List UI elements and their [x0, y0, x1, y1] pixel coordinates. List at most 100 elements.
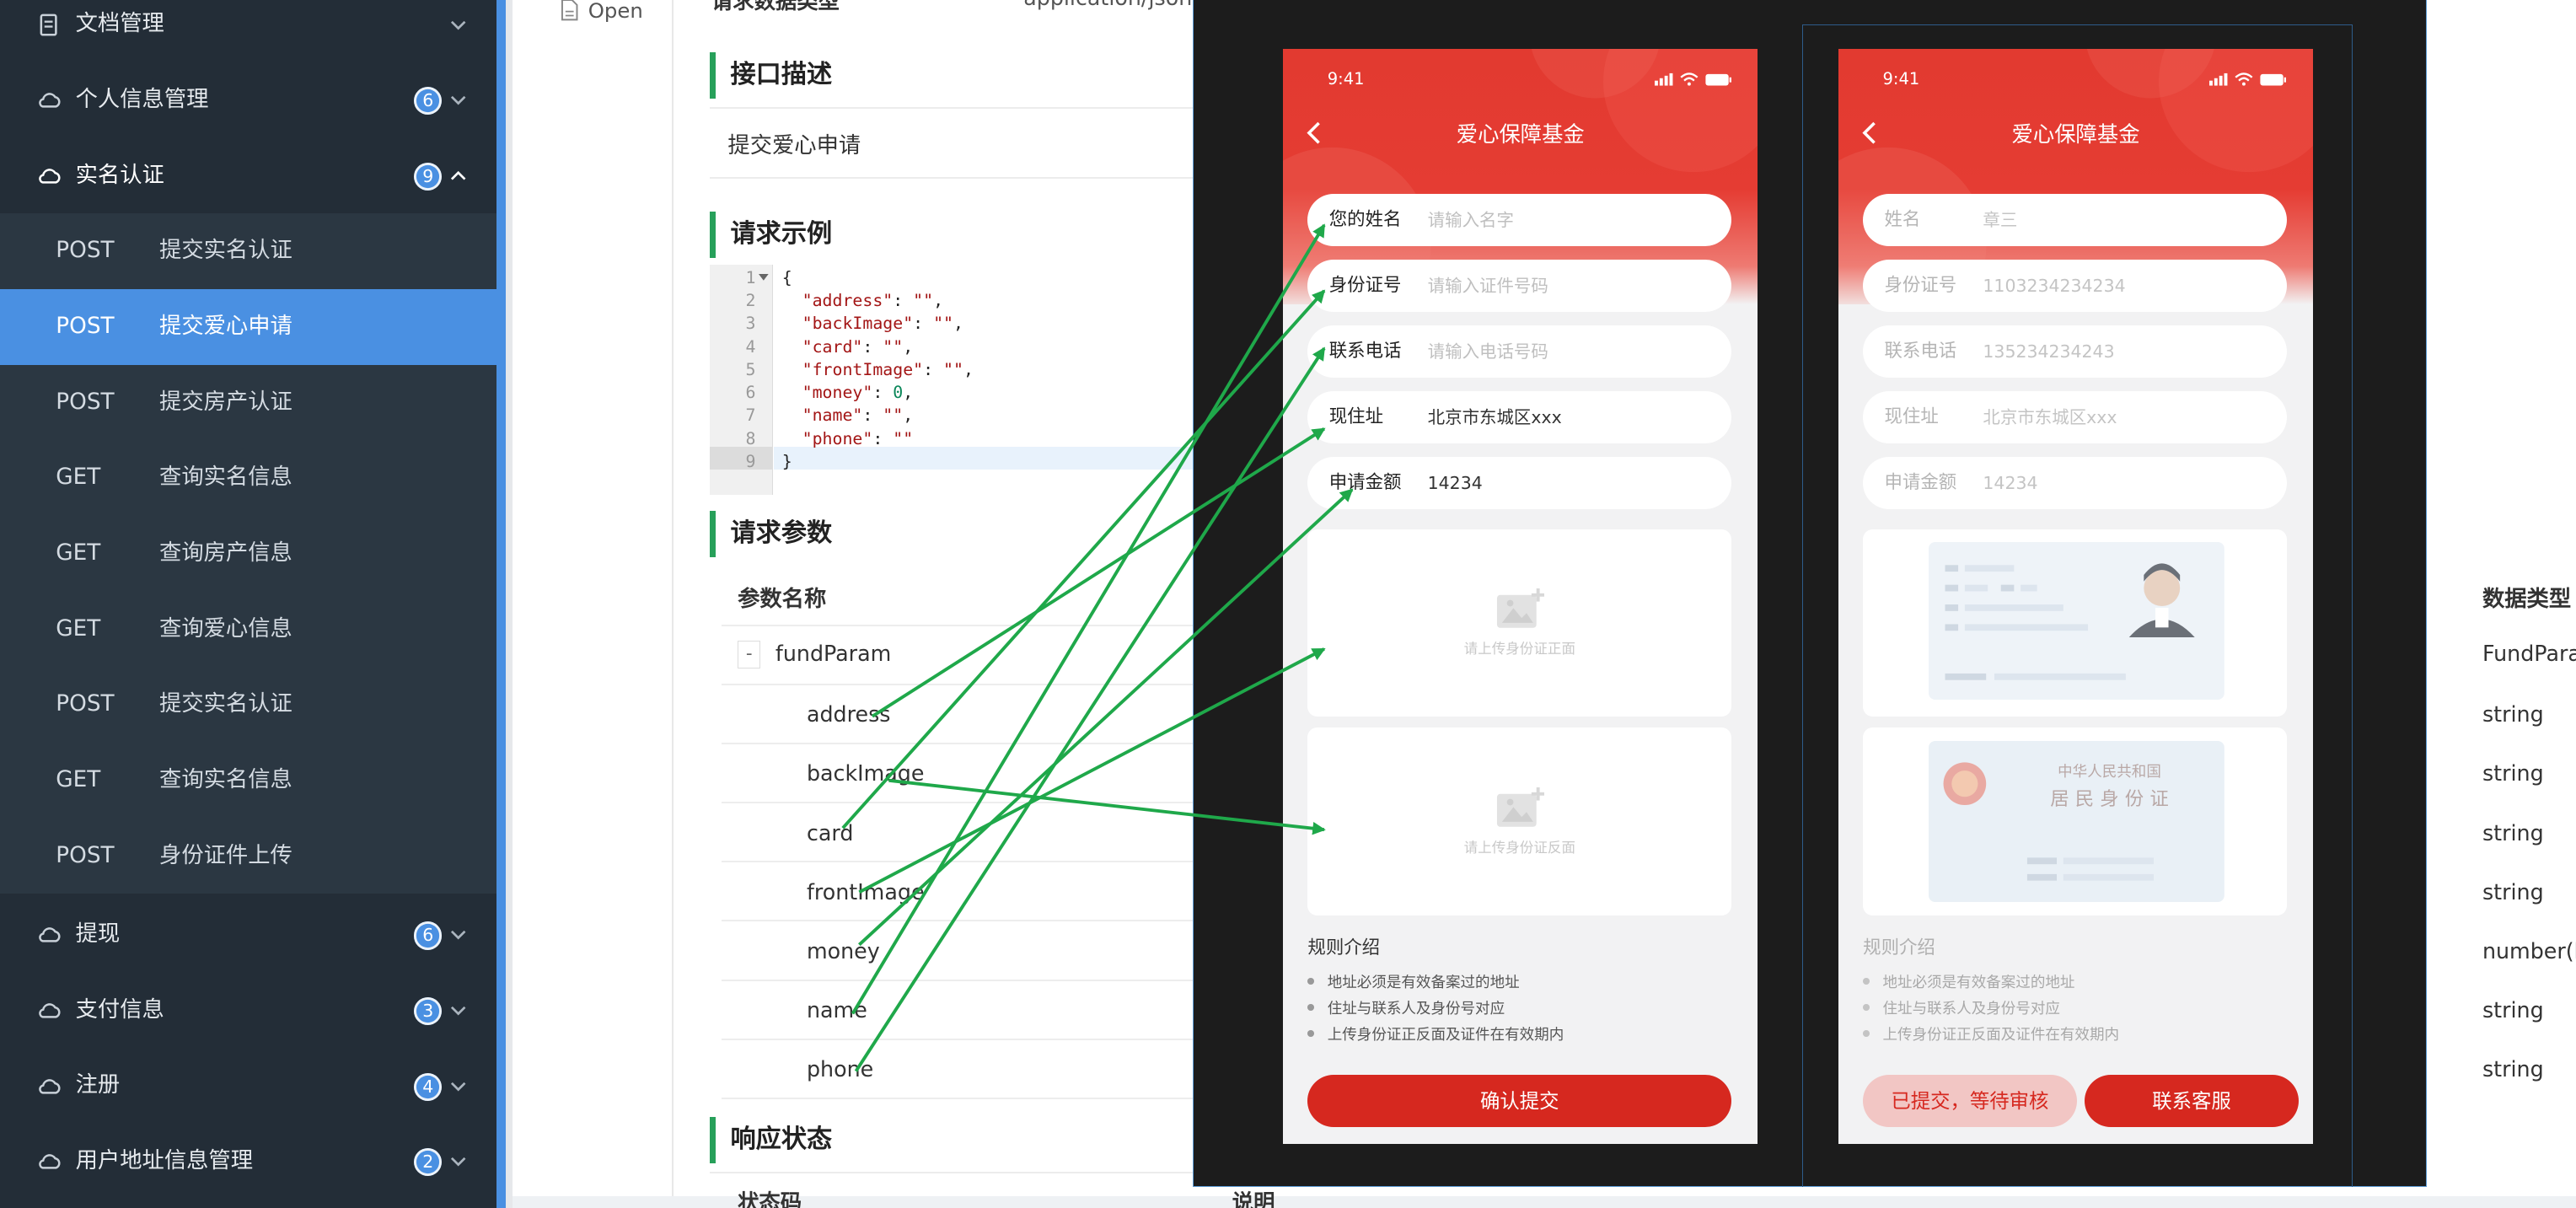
- id-title-text: 居 民 身 份 证: [2050, 787, 2169, 810]
- field-value: 135234234243: [1983, 341, 2115, 362]
- param-name: address: [806, 701, 891, 727]
- cloud-icon: [39, 927, 61, 943]
- param-name: backImage: [806, 760, 925, 787]
- sidebar-group-real-name[interactable]: 实名认证 9: [0, 138, 496, 214]
- sidebar-item-submit-love-application[interactable]: POST 提交爱心申请: [0, 289, 496, 365]
- sidebar-item-query-love[interactable]: GET 查询爱心信息: [0, 591, 496, 668]
- http-method: GET: [56, 615, 101, 642]
- field-value: 14234: [1983, 472, 2038, 493]
- sidebar-group-label: 文档管理: [75, 11, 164, 37]
- collapse-toggle[interactable]: -: [738, 641, 761, 669]
- divider: [709, 106, 1220, 109]
- bottom-bar: [513, 1195, 2576, 1208]
- id-number-field: 身份证号 1103234234234: [1863, 259, 2287, 313]
- upload-id-back[interactable]: 请上传身份证反面: [1307, 727, 1732, 915]
- field-value: 章三: [1983, 209, 2018, 230]
- count-badge: 9: [414, 162, 443, 191]
- sidebar-scrollbar[interactable]: [496, 0, 507, 1208]
- amount-field[interactable]: 申请金额 14234: [1307, 456, 1732, 510]
- http-method: POST: [56, 842, 115, 868]
- description-text: 提交爱心申请: [727, 133, 861, 159]
- line-number: 1: [745, 267, 756, 287]
- document-icon: [40, 13, 57, 36]
- http-method: POST: [56, 691, 115, 717]
- address-field[interactable]: 现住址 北京市东城区xxx: [1307, 390, 1732, 444]
- sidebar-group-payment[interactable]: 支付信息 3: [0, 973, 496, 1049]
- upload-hint: 请上传身份证正面: [1463, 641, 1575, 658]
- sidebar-item-label: 提交实名认证: [159, 238, 292, 264]
- divider: [721, 1038, 1215, 1040]
- field-placeholder: 请输入证件号码: [1427, 275, 1548, 296]
- rules-title: 规则介绍: [1863, 937, 1935, 959]
- request-type-value: application/json: [1023, 0, 1192, 10]
- divider: [709, 177, 1220, 180]
- count-badge: 2: [414, 1148, 443, 1177]
- http-method: POST: [56, 314, 115, 340]
- field-value: 北京市东城区xxx: [1427, 406, 1562, 427]
- open-link[interactable]: Open: [588, 0, 643, 23]
- cloud-icon: [39, 169, 61, 184]
- upload-id-front[interactable]: 请上传身份证正面: [1307, 529, 1732, 717]
- sidebar-item-submit-real-name[interactable]: POST 提交实名认证: [0, 213, 496, 289]
- sidebar-group-address[interactable]: 用户地址信息管理 2: [0, 1124, 496, 1200]
- submit-button[interactable]: 确认提交: [1307, 1074, 1732, 1127]
- name-field: 姓名 章三: [1863, 193, 2287, 247]
- id-number-field[interactable]: 身份证号 请输入证件号码: [1307, 259, 1732, 313]
- rule-item: 住址与联系人及身份号对应: [1307, 997, 1505, 1018]
- sidebar-item-query-real-name-2[interactable]: GET 查询实名信息: [0, 742, 496, 819]
- name-field[interactable]: 您的姓名 请输入名字: [1307, 193, 1732, 247]
- sidebar-item-query-property[interactable]: GET 查询房产信息: [0, 515, 496, 592]
- sidebar-group-personal-info[interactable]: 个人信息管理 6: [0, 62, 496, 138]
- sidebar-group-doc-management[interactable]: 文档管理: [0, 0, 496, 62]
- code-line: "name": "",: [802, 405, 914, 426]
- pending-review-button[interactable]: 已提交，等待审核: [1863, 1074, 2077, 1127]
- line-number: 3: [745, 314, 756, 334]
- data-type-header: 数据类型: [2482, 586, 2572, 612]
- sidebar-group-register[interactable]: 注册 4: [0, 1048, 496, 1124]
- line-number: 7: [745, 405, 756, 426]
- id-card-front-image: [1929, 542, 2224, 701]
- rule-item: 地址必须是有效备案过的地址: [1863, 971, 2074, 992]
- divider: [672, 0, 674, 1196]
- param-type: string: [2482, 878, 2544, 905]
- line-number: 6: [745, 383, 756, 403]
- phone-field[interactable]: 联系电话 请输入电话号码: [1307, 325, 1732, 379]
- sidebar-group-label: 提现: [75, 921, 121, 948]
- param-name: fundParam: [775, 641, 892, 667]
- fold-arrow-icon[interactable]: [759, 274, 770, 282]
- param-type: string: [2482, 760, 2544, 787]
- sidebar-group-label: 支付信息: [75, 996, 164, 1023]
- section-title-description: 接口描述: [709, 52, 832, 99]
- param-name: name: [806, 997, 867, 1023]
- sidebar-item-label: 查询实名信息: [159, 766, 292, 792]
- sidebar-item-id-upload[interactable]: POST 身份证件上传: [0, 818, 496, 894]
- code-line: "frontImage": "",: [802, 359, 974, 379]
- line-number: 8: [745, 428, 756, 448]
- amount-field: 申请金额 14234: [1863, 456, 2287, 510]
- chevron-up-icon: [450, 170, 466, 180]
- contact-service-button[interactable]: 联系客服: [2085, 1074, 2299, 1127]
- sidebar-item-label: 提交爱心申请: [159, 314, 292, 340]
- field-label: 身份证号: [1884, 274, 1957, 296]
- param-type: string: [2482, 701, 2544, 727]
- sidebar-item-query-real-name[interactable]: GET 查询实名信息: [0, 440, 496, 516]
- code-line: }: [781, 451, 792, 471]
- status-bar-icons: [2209, 72, 2287, 86]
- sidebar-item-submit-property[interactable]: POST 提交房产认证: [0, 364, 496, 441]
- request-example-code[interactable]: 1 2 3 4 5 6 7 8 9 { "address": "", "back…: [709, 264, 1203, 495]
- param-name-header: 参数名称: [738, 586, 827, 612]
- count-badge: 6: [414, 87, 443, 115]
- cloud-icon: [39, 1078, 61, 1094]
- chevron-down-icon: [450, 931, 466, 940]
- divider: [721, 920, 1215, 922]
- sidebar-item-submit-real-name-2[interactable]: POST 提交实名认证: [0, 667, 496, 743]
- param-type: string: [2482, 819, 2544, 846]
- page-title: 爱心保障基金: [2011, 121, 2140, 148]
- code-line: "card": "",: [802, 336, 914, 357]
- field-value: 北京市东城区xxx: [1983, 406, 2117, 427]
- code-line: {: [781, 267, 792, 287]
- image-upload-icon: [1496, 787, 1545, 827]
- divider: [721, 1097, 1215, 1099]
- param-name: phone: [806, 1056, 874, 1082]
- sidebar-group-withdraw[interactable]: 提现 6: [0, 897, 496, 973]
